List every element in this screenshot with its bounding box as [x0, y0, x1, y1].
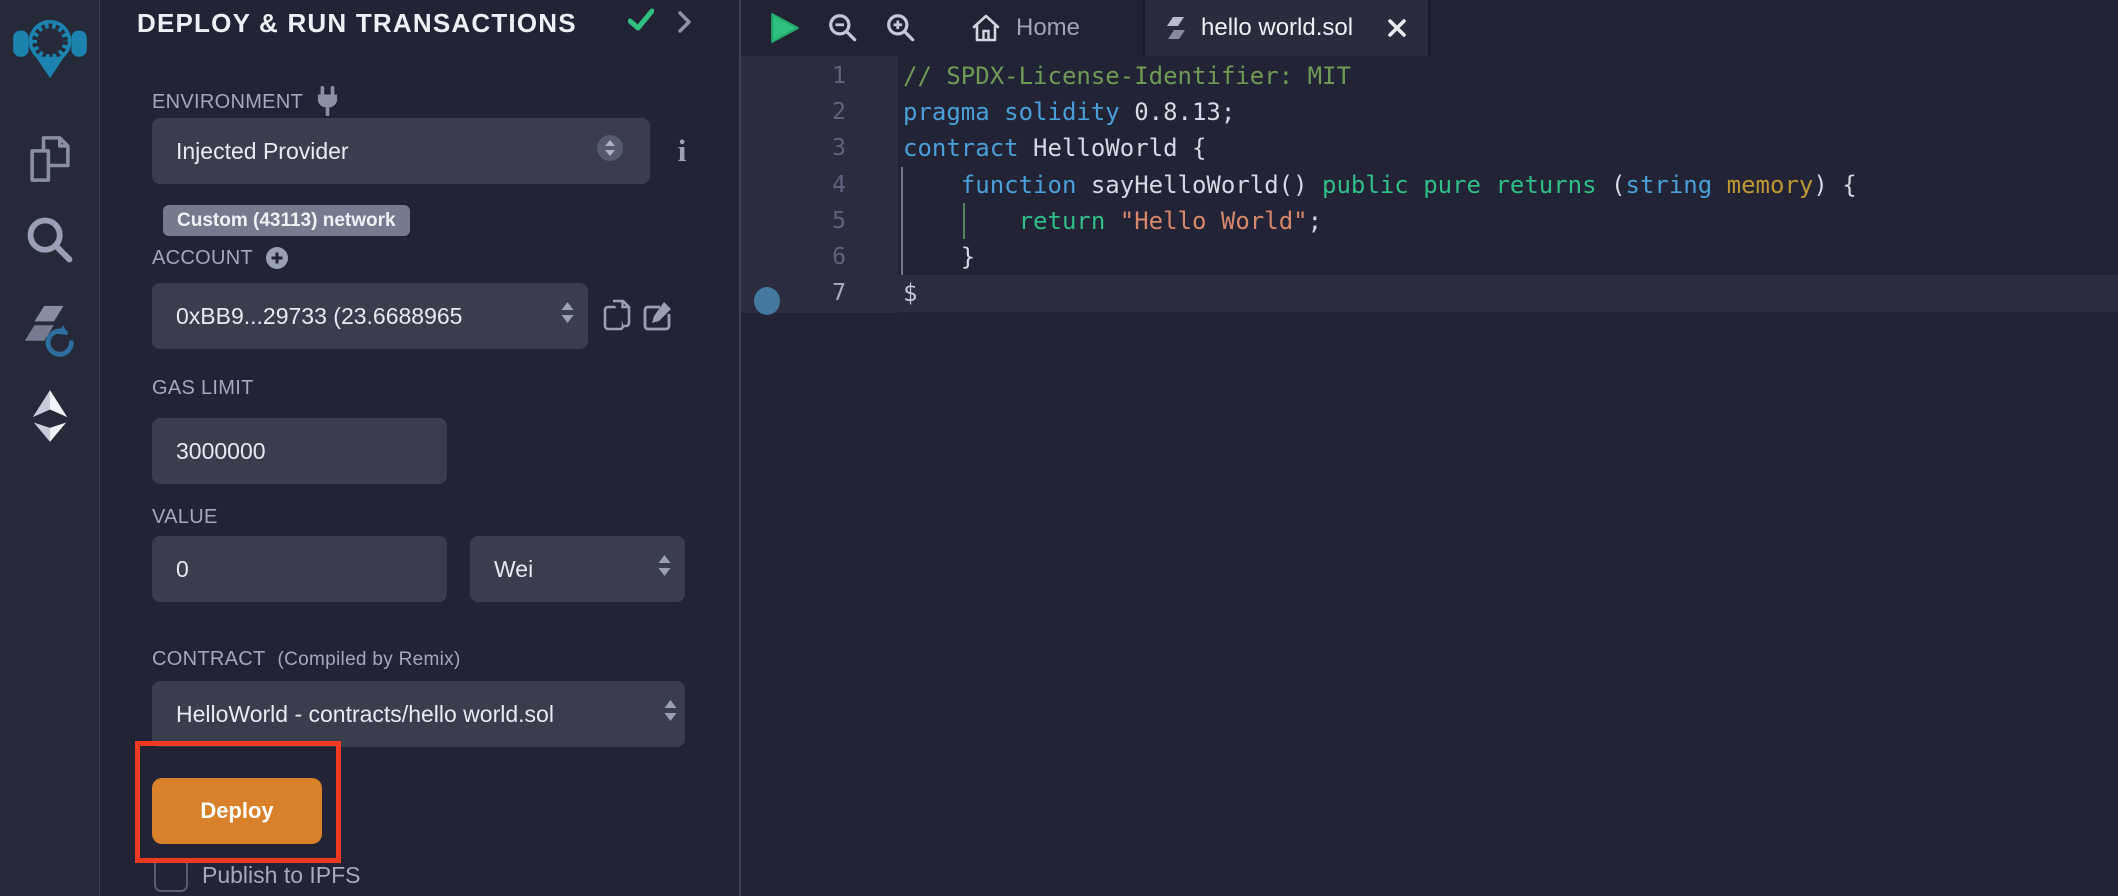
gas-limit-input[interactable]	[152, 418, 447, 484]
environment-value: Injected Provider	[176, 138, 349, 165]
close-tab-icon[interactable]	[1386, 17, 1408, 39]
environment-label-row: ENVIRONMENT	[152, 86, 340, 118]
gas-limit-label: GAS LIMIT	[152, 377, 254, 400]
unit-sort-icon	[658, 555, 671, 583]
value-label: VALUE	[152, 506, 218, 529]
code-text: pragma solidity 0.8.13;	[898, 94, 1235, 130]
value-input[interactable]	[152, 536, 447, 602]
code-editor[interactable]: 1// SPDX-License-Identifier: MIT2pragma …	[741, 56, 2118, 896]
value-unit: Wei	[494, 556, 533, 583]
account-sort-icon	[561, 302, 574, 330]
collapse-chevron-icon[interactable]	[678, 11, 692, 38]
sidebar-item-deploy-run[interactable]	[0, 388, 100, 444]
sidebar-item-search[interactable]	[0, 214, 100, 266]
account-label: ACCOUNT	[152, 247, 253, 270]
code-line: 2pragma solidity 0.8.13;	[741, 94, 2118, 130]
line-number[interactable]: 1	[741, 58, 898, 94]
code-line: 6 }	[741, 239, 2118, 275]
home-tab-label: Home	[1016, 14, 1080, 42]
account-select[interactable]: 0xBB9...29733 (23.6688965	[152, 283, 588, 349]
file-tab-label: hello world.sol	[1201, 14, 1372, 42]
edit-account-icon[interactable]	[640, 297, 676, 333]
code-text: }	[898, 239, 975, 275]
value-unit-select[interactable]: Wei	[470, 536, 685, 602]
contract-value: HelloWorld - contracts/hello world.sol	[176, 701, 554, 728]
code-line: 1// SPDX-License-Identifier: MIT	[741, 58, 2118, 94]
contract-label: CONTRACT	[152, 648, 266, 671]
editor-tabbar: Home hello world.sol	[741, 0, 2118, 56]
remix-logo	[12, 10, 88, 82]
plug-icon	[315, 86, 340, 118]
account-value: 0xBB9...29733 (23.6688965	[176, 303, 462, 330]
code-line: 3contract HelloWorld {	[741, 130, 2118, 166]
tab-hello-world-sol[interactable]: hello world.sol	[1143, 0, 1430, 56]
editor-region: Home hello world.sol 1// SPDX-License-I	[741, 0, 2118, 896]
contract-select[interactable]: HelloWorld - contracts/hello world.sol	[152, 681, 685, 747]
publish-ipfs-label: Publish to IPFS	[202, 862, 361, 889]
network-badge: Custom (43113) network	[163, 205, 410, 236]
environment-sort-icon	[596, 134, 624, 168]
code-text: return "Hello World";	[898, 203, 1322, 239]
line-number[interactable]: 6	[741, 239, 898, 275]
icon-sidebar	[0, 0, 100, 896]
code-line: 4 function sayHelloWorld() public pure r…	[741, 167, 2118, 203]
environment-info-icon[interactable]: i	[666, 132, 698, 170]
environment-select[interactable]: Injected Provider	[152, 118, 650, 184]
line-number[interactable]: 4	[741, 167, 898, 203]
add-account-icon[interactable]	[265, 246, 289, 270]
code-text: function sayHelloWorld() public pure ret…	[898, 167, 1857, 203]
solidity-file-icon	[1165, 16, 1187, 40]
contract-label-row: CONTRACT (Compiled by Remix)	[152, 648, 461, 671]
environment-label: ENVIRONMENT	[152, 91, 303, 114]
editor-toolbar	[769, 0, 917, 56]
line-number[interactable]: 7	[741, 275, 898, 311]
file-explorer-icon	[24, 133, 76, 185]
code-lines: 1// SPDX-License-Identifier: MIT2pragma …	[741, 58, 2118, 311]
contract-sort-icon	[664, 700, 677, 728]
remix-logo-icon[interactable]	[0, 10, 100, 82]
code-line: 5 return "Hello World";	[741, 203, 2118, 239]
tab-home[interactable]: Home	[971, 0, 1080, 56]
zoom-out-icon[interactable]	[827, 12, 859, 44]
sidebar-item-file-explorer[interactable]	[0, 133, 100, 185]
search-icon	[24, 214, 76, 266]
success-check-icon	[628, 8, 654, 37]
remix-ide-window: DEPLOY & RUN TRANSACTIONS ENVIRONMENT In…	[0, 0, 2118, 896]
publish-ipfs-checkbox[interactable]	[154, 858, 188, 892]
deploy-run-icon	[22, 388, 78, 444]
deploy-run-panel: DEPLOY & RUN TRANSACTIONS ENVIRONMENT In…	[100, 0, 741, 896]
home-icon	[971, 13, 1001, 43]
sidebar-item-solidity-compiler[interactable]	[0, 300, 100, 362]
publish-ipfs-row: Publish to IPFS	[154, 858, 361, 892]
contract-sublabel: (Compiled by Remix)	[278, 649, 461, 671]
account-label-row: ACCOUNT	[152, 246, 289, 270]
code-line: 7$	[741, 275, 2118, 311]
line-number[interactable]: 5	[741, 203, 898, 239]
code-text: contract HelloWorld {	[898, 130, 1206, 166]
copy-account-icon[interactable]	[600, 297, 636, 333]
solidity-compiler-icon	[19, 300, 81, 362]
page-title: DEPLOY & RUN TRANSACTIONS	[137, 8, 577, 39]
code-text: // SPDX-License-Identifier: MIT	[898, 58, 1351, 94]
run-script-icon[interactable]	[769, 12, 801, 44]
line-number[interactable]: 2	[741, 94, 898, 130]
code-text: $	[898, 275, 917, 311]
zoom-in-icon[interactable]	[885, 12, 917, 44]
deploy-button[interactable]: Deploy	[152, 778, 322, 844]
line-number[interactable]: 3	[741, 130, 898, 166]
